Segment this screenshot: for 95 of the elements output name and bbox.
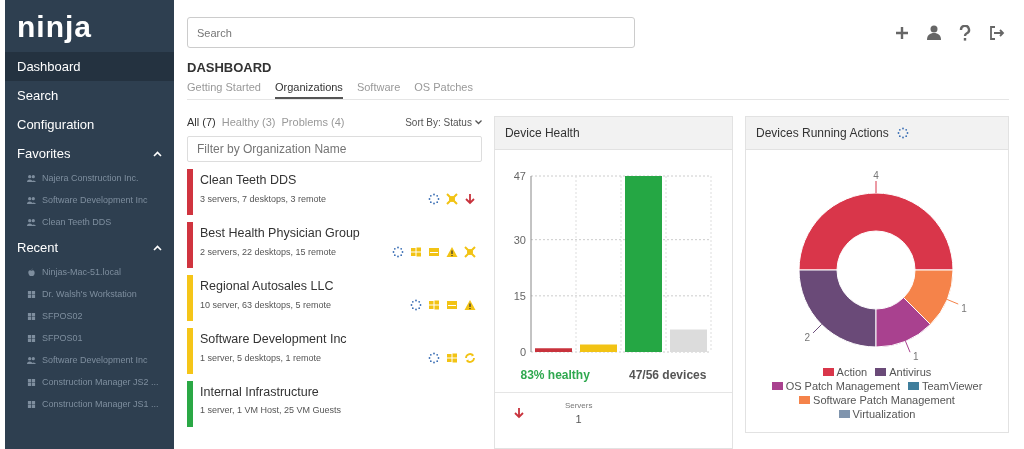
spinner-icon (427, 352, 440, 364)
sidebar-link[interactable]: Ninjas-Mac-51.local (5, 261, 174, 283)
tab[interactable]: Software (356, 79, 401, 99)
chevron-up-icon[interactable] (153, 244, 162, 251)
search-field[interactable]: Search (187, 17, 635, 48)
filter-field[interactable]: Filter by Organization Name (187, 136, 482, 162)
device-summary: 3 servers, 7 desktops, 3 remote (200, 194, 327, 204)
leader-line (946, 298, 959, 305)
people-icon (27, 217, 36, 227)
device-summary: 10 server, 63 desktops, 5 remote (200, 300, 332, 310)
windows-icon (27, 333, 36, 343)
axis-tick-label: 15 (513, 289, 526, 302)
plus-icon[interactable] (895, 25, 909, 40)
organization-name[interactable]: Internal Infrastructure (200, 385, 476, 399)
device-count: 47/56 devices (629, 368, 707, 382)
legend-item: Software Patch Management (799, 394, 955, 406)
page-title: DASHBOARD (187, 60, 273, 75)
spinner-icon (427, 193, 440, 205)
spinner-icon (409, 299, 422, 311)
section-title[interactable]: Favorites (17, 146, 71, 161)
drive-icon (427, 246, 440, 258)
virus-icon (463, 246, 476, 258)
sync-icon (463, 352, 476, 364)
nav-item[interactable]: Search (5, 81, 174, 110)
spinner-icon (391, 246, 404, 258)
virus-icon (445, 193, 458, 205)
tab[interactable]: OS Patches (414, 79, 473, 99)
windows-icon (27, 311, 36, 321)
sidebar-link[interactable]: Software Development Inc (5, 349, 174, 371)
axis-tick-label: 30 (513, 233, 526, 246)
data-label: 2 (804, 331, 811, 343)
sidebar-link[interactable]: SFPOS02 (5, 305, 174, 327)
leader-line (812, 323, 823, 334)
sidebar-link[interactable]: SFPOS01 (5, 327, 174, 349)
windows-icon (27, 289, 36, 299)
stat-label: Servers (564, 401, 593, 410)
legend-item: TeamViewer (908, 380, 983, 392)
organization-name[interactable]: Software Development Inc (200, 332, 476, 346)
healthy-percent: 83% healthy (520, 368, 590, 382)
leader-line (875, 180, 877, 194)
tab[interactable]: Organizations (275, 79, 343, 99)
warning-icon (445, 246, 458, 258)
user-icon[interactable] (927, 25, 941, 40)
windows-icon (27, 377, 36, 387)
section-title[interactable]: Recent (17, 240, 59, 255)
stat-value: 1 (575, 413, 582, 425)
arrow-down-icon (512, 407, 525, 419)
legend-item: Virtualization (838, 408, 916, 420)
panel-title: Device Health (494, 117, 732, 150)
windows-icon (427, 299, 440, 311)
legend-item: Action (822, 366, 868, 378)
device-summary: 1 server, 5 desktops, 1 remote (200, 353, 322, 363)
chevron-down-icon (474, 119, 482, 125)
legend-item: Antivirus (875, 366, 932, 378)
drive-icon (445, 299, 458, 311)
sidebar-link[interactable]: Dr. Walsh's Workstation (5, 283, 174, 305)
legend-item: OS Patch Management (771, 380, 900, 392)
windows-icon (445, 352, 458, 364)
data-label: 4 (873, 170, 879, 181)
device-summary: 2 servers, 22 desktops, 15 remote (200, 247, 337, 257)
organization-name[interactable]: Clean Teeth DDS (200, 173, 476, 187)
organization-name[interactable]: Regional Autosales LLC (200, 279, 476, 293)
people-icon (27, 195, 36, 205)
chevron-up-icon[interactable] (153, 150, 162, 157)
people-icon (27, 173, 36, 183)
sidebar-link[interactable]: Software Development Inc (5, 189, 174, 211)
logout-icon[interactable] (989, 25, 1005, 40)
warning-icon (463, 299, 476, 311)
windows-icon (409, 246, 422, 258)
filter-link[interactable]: Healthy (3) (221, 116, 276, 128)
filter-link[interactable]: Problems (4) (281, 116, 345, 128)
nav-item[interactable]: Dashboard (5, 52, 174, 81)
data-label: 1 (961, 303, 967, 315)
leader-line (904, 340, 911, 353)
panel-title: Devices Running Actions (756, 126, 889, 140)
device-summary: 1 server, 1 VM Host, 25 VM Guests (200, 405, 342, 415)
arrow-down-icon (463, 193, 476, 205)
nav-item[interactable]: Configuration (5, 110, 174, 139)
sort-dropdown[interactable]: Sort By: Status (405, 116, 482, 128)
windows-icon (27, 399, 36, 409)
axis-tick-label: 0 (519, 346, 526, 358)
people-icon (27, 355, 36, 365)
axis-tick-label: 47 (513, 170, 526, 182)
sidebar-link[interactable]: Construction Manager JS1 ... (5, 393, 174, 415)
sidebar-link[interactable]: Construction Manager JS2 ... (5, 371, 174, 393)
help-icon[interactable] (959, 24, 971, 41)
logo: ninja (16, 9, 93, 45)
apple-icon (27, 267, 36, 277)
data-label: 1 (913, 351, 919, 363)
tab[interactable]: Getting Started (187, 79, 261, 99)
organization-name[interactable]: Best Health Physician Group (200, 226, 476, 240)
sidebar-link[interactable]: Najera Construction Inc. (5, 167, 174, 189)
spinner-icon (896, 127, 909, 139)
sidebar-link[interactable]: Clean Teeth DDS (5, 211, 174, 233)
filter-link[interactable]: All (7) (187, 116, 216, 128)
